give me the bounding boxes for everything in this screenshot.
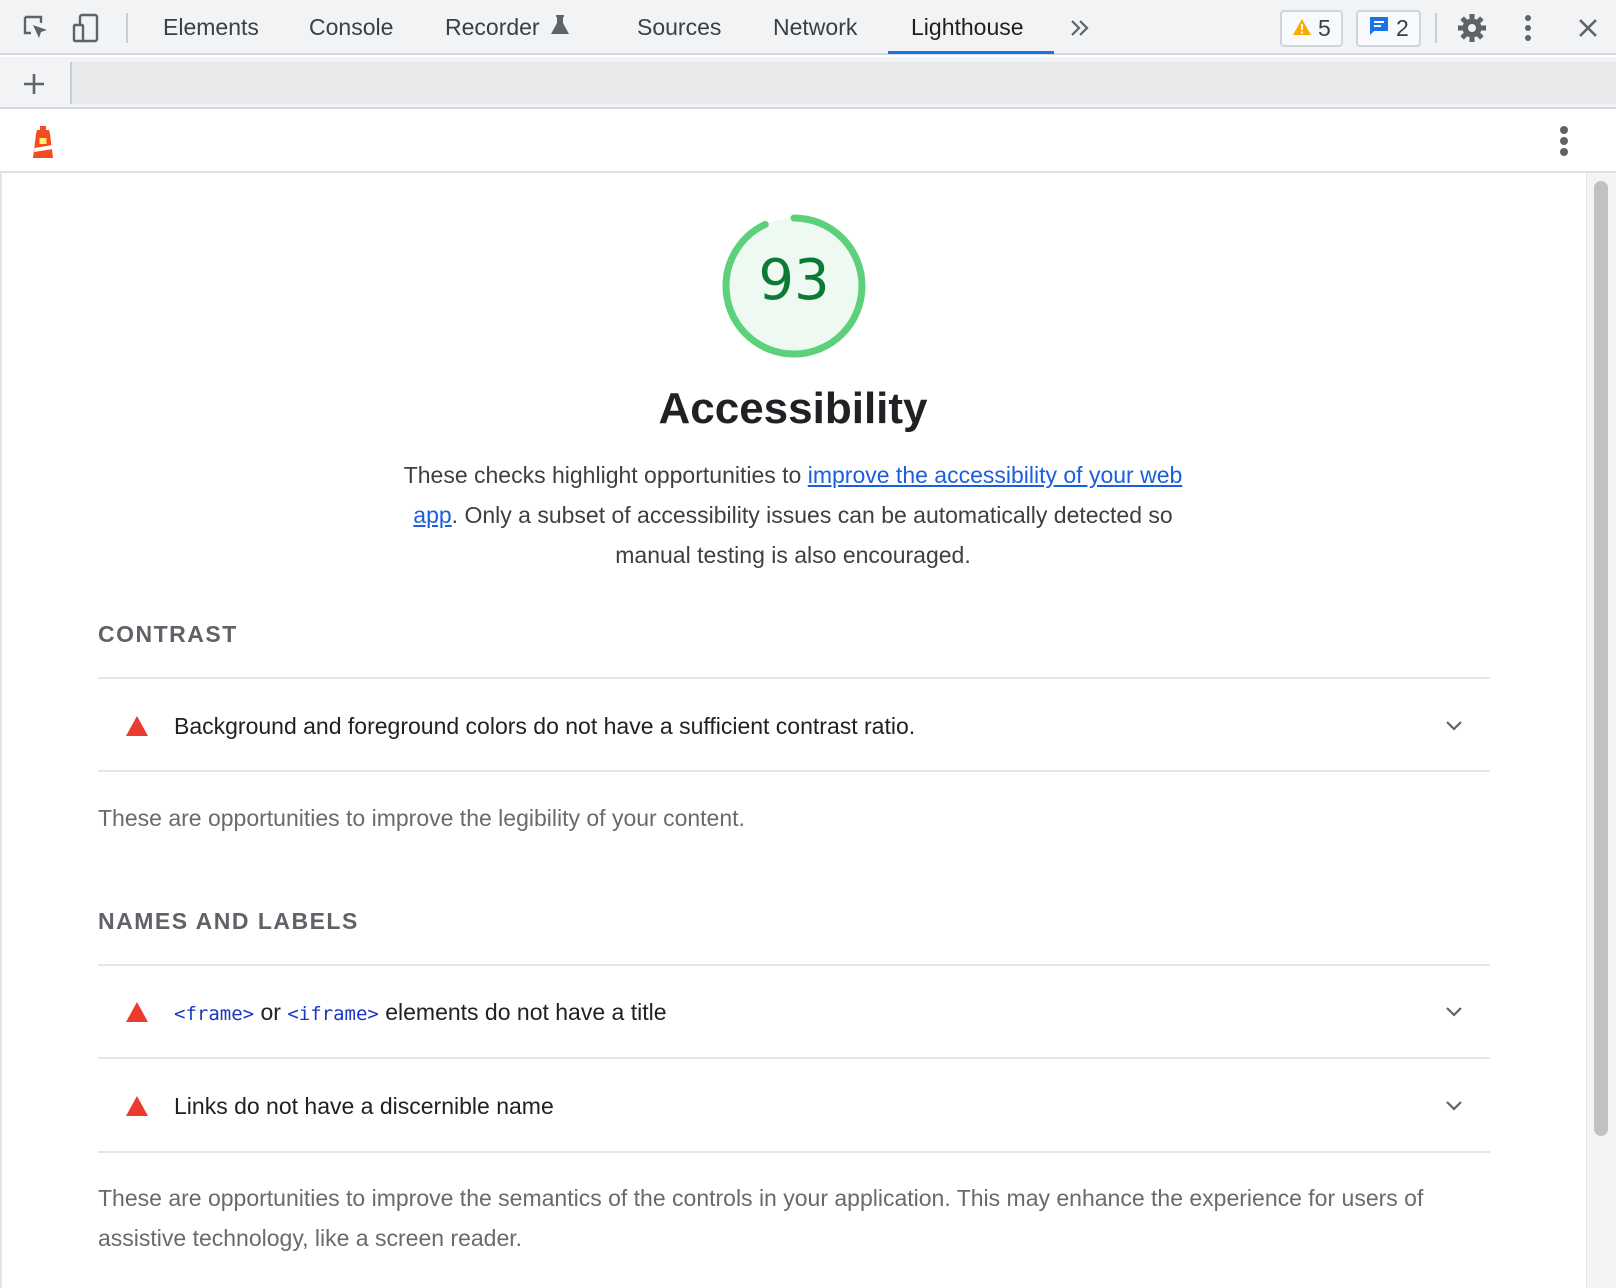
tab-recorder-label: Recorder <box>445 14 540 40</box>
report-selector[interactable] <box>70 62 1616 104</box>
audit-title-or: or <box>254 998 288 1025</box>
gear-icon[interactable] <box>1456 12 1488 44</box>
audit-title: Background and foreground colors do not … <box>174 712 916 739</box>
group-description-contrast: These are opportunities to improve the l… <box>98 805 745 831</box>
flask-icon <box>550 14 570 42</box>
fail-triangle-icon <box>126 716 148 736</box>
fail-triangle-icon <box>126 1096 148 1116</box>
report-menu-icon[interactable] <box>1552 123 1576 159</box>
description-text-continued: . Only a subset of accessibility issues … <box>451 502 1173 568</box>
device-toolbar-icon[interactable] <box>70 12 102 44</box>
messages-count: 2 <box>1396 15 1409 41</box>
audit-row-color-contrast[interactable]: Background and foreground colors do not … <box>98 681 1490 771</box>
active-tab-indicator <box>888 51 1054 54</box>
devtools-tab-bar: Elements Console Recorder Sources Networ… <box>0 0 1616 55</box>
toolbar-divider <box>126 13 128 43</box>
scrollbar-thumb[interactable] <box>1594 181 1608 1136</box>
divider <box>98 677 1490 679</box>
audit-title: Links do not have a discernible name <box>174 1092 554 1119</box>
kebab-menu-icon[interactable] <box>1512 12 1544 44</box>
audit-title: <frame> or <iframe> elements do not have… <box>174 999 667 1026</box>
score-value: 93 <box>758 248 830 313</box>
tab-network[interactable]: Network <box>773 0 857 55</box>
toolbar-divider <box>1435 13 1437 43</box>
divider <box>98 964 1490 966</box>
audit-row-link-name[interactable]: Links do not have a discernible name <box>98 1061 1490 1151</box>
chevron-down-icon[interactable] <box>1444 1002 1464 1022</box>
lighthouse-toolbar <box>0 57 1616 109</box>
group-title-contrast: CONTRAST <box>98 621 238 647</box>
warning-icon <box>1292 15 1312 42</box>
report-header <box>0 109 1616 173</box>
more-tabs-icon[interactable] <box>1064 12 1096 44</box>
close-icon[interactable] <box>1572 12 1604 44</box>
category-description: These checks highlight opportunities to … <box>400 455 1186 575</box>
tab-console[interactable]: Console <box>309 0 393 55</box>
tab-sources[interactable]: Sources <box>637 0 721 55</box>
divider <box>98 1151 1490 1153</box>
code-frame: <frame> <box>174 1002 255 1025</box>
audit-row-frame-title[interactable]: <frame> or <iframe> elements do not have… <box>98 967 1490 1057</box>
chevron-down-icon[interactable] <box>1444 1096 1464 1116</box>
warnings-badge[interactable]: 5 <box>1280 10 1343 47</box>
tab-recorder[interactable]: Recorder <box>445 0 570 55</box>
plus-icon[interactable] <box>16 66 52 102</box>
fail-triangle-icon <box>126 1002 148 1022</box>
group-description-names-labels: These are opportunities to improve the s… <box>98 1185 1424 1251</box>
warnings-count: 5 <box>1318 15 1331 41</box>
message-icon <box>1368 15 1390 43</box>
description-text: These checks highlight opportunities to <box>403 462 808 488</box>
divider <box>98 770 1490 772</box>
audit-title-rest: elements do not have a title <box>378 998 667 1025</box>
tab-lighthouse[interactable]: Lighthouse <box>911 0 1024 55</box>
code-iframe: <iframe> <box>287 1002 379 1025</box>
messages-badge[interactable]: 2 <box>1356 10 1421 47</box>
divider <box>98 1057 1490 1059</box>
inspect-element-icon[interactable] <box>20 12 52 44</box>
group-title-names-labels: NAMES AND LABELS <box>98 908 359 934</box>
chevron-down-icon[interactable] <box>1444 716 1464 736</box>
lighthouse-logo <box>28 124 58 160</box>
tab-elements[interactable]: Elements <box>163 0 259 55</box>
category-title: Accessibility <box>658 384 928 433</box>
